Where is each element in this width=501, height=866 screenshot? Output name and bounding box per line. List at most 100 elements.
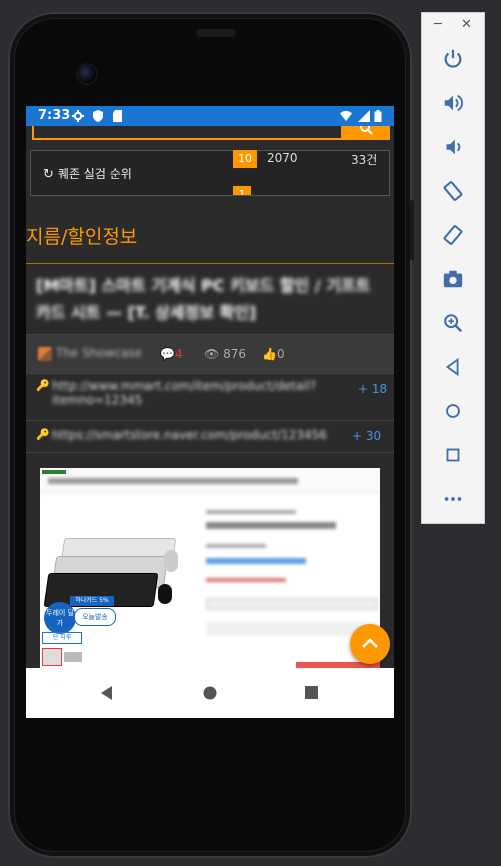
thumbnail-tab: 단 하루: [42, 632, 82, 644]
like-count[interactable]: 👍0: [262, 347, 285, 361]
product-info-block: [206, 598, 378, 610]
volume-down-button[interactable]: [422, 131, 484, 163]
power-button[interactable]: [422, 43, 484, 75]
status-time: 7:33: [38, 108, 71, 123]
rotate-left-button[interactable]: [422, 175, 484, 207]
product-info-block: [206, 558, 306, 564]
comment-count-value: 4: [174, 347, 183, 361]
more-button[interactable]: [422, 483, 484, 515]
author-name: The Showcase: [56, 346, 143, 360]
signal-status-icon: [358, 110, 370, 122]
product-info-block: [206, 522, 336, 529]
rotate-left-icon: [443, 181, 463, 201]
overview-icon: [446, 448, 460, 462]
post-embedded-image[interactable]: 두레이 딜가 하나카드 5% 오늘발송 단 하루: [40, 468, 380, 668]
wifi-status-icon: [340, 110, 352, 122]
link-url[interactable]: https://smartstore.naver.com/product/123…: [52, 428, 327, 442]
search-input[interactable]: [32, 126, 348, 140]
ranking-row[interactable]: 1: [231, 186, 391, 195]
power-icon: [444, 49, 462, 68]
device-side-button: [410, 200, 414, 260]
rotate-right-button[interactable]: [422, 219, 484, 251]
earpiece-speaker: [196, 29, 236, 37]
post-title: [M마트] 스마트 기계식 PC 키보드 할인 / 기프트 카드 시트 — [T…: [36, 272, 376, 326]
comment-icon: 💬: [160, 347, 175, 361]
back-icon: [445, 357, 459, 377]
shield-status-icon: [93, 110, 103, 122]
nav-home-button[interactable]: [203, 686, 217, 700]
screenshot-button[interactable]: [422, 263, 484, 295]
related-link[interactable]: 🔑 https://smartstore.naver.com/product/1…: [26, 424, 394, 453]
link-click-count: + 18: [358, 382, 388, 396]
link-icon: 🔑: [36, 379, 50, 392]
emulator-toolbar: ─ ✕: [421, 12, 485, 524]
ranking-title-text: 퀘존 실검 순위: [57, 167, 132, 181]
view-count-value: 876: [223, 347, 246, 361]
status-bar: 7:33: [26, 106, 394, 126]
product-info-block: [206, 510, 296, 514]
rank-term: 2070: [267, 151, 298, 165]
sim-card-status-icon: [113, 110, 122, 122]
view-count: 👁 876: [204, 347, 246, 361]
rank-count: 33건: [351, 153, 378, 167]
zoom-icon: [444, 314, 463, 333]
rotate-right-icon: [443, 225, 463, 245]
chevron-up-icon: [362, 638, 378, 648]
home-icon: [446, 404, 460, 418]
post-meta-bar: The Showcase 💬4 👁 876 👍0: [26, 334, 394, 374]
settings-status-icon: [72, 110, 84, 122]
search-icon: [360, 126, 373, 135]
thumbs-up-icon: 👍: [262, 347, 277, 361]
post-author[interactable]: The Showcase: [38, 346, 142, 361]
promo-sticker: 하나카드 5%: [70, 596, 114, 606]
link-url[interactable]: http://www.mmart.com/item/product/detail…: [52, 379, 394, 407]
minimize-button[interactable]: ─: [434, 17, 442, 32]
promo-badge: 두레이 딜가: [44, 602, 76, 634]
back-button[interactable]: [422, 351, 484, 383]
related-link[interactable]: 🔑 http://www.mmart.com/item/product/deta…: [26, 375, 394, 421]
post-title-line: 카드 시트 — [T. 상세정보 확인]: [36, 303, 257, 322]
home-button[interactable]: [422, 395, 484, 427]
eye-icon: 👁: [204, 347, 220, 361]
thumbnail: [42, 648, 62, 666]
battery-status-icon: [374, 110, 382, 122]
volume-up-button[interactable]: [422, 87, 484, 119]
thumbnail-tab-text: 단 하루: [52, 634, 72, 641]
shipping-badge: 오늘발송: [74, 608, 116, 626]
nav-back-button[interactable]: [100, 686, 114, 700]
volume-up-icon: [444, 94, 463, 112]
promo-sticker-text: 하나카드 5%: [75, 597, 109, 604]
ranking-row[interactable]: 10 2070 33건: [231, 150, 391, 170]
front-camera: [78, 65, 96, 83]
rank-number: 1: [233, 186, 251, 195]
search-button[interactable]: [341, 126, 390, 140]
shipping-badge-text: 오늘발송: [82, 613, 108, 621]
overview-button[interactable]: [422, 439, 484, 471]
zoom-button[interactable]: [422, 307, 484, 339]
avatar: [38, 346, 52, 361]
more-icon: [444, 497, 462, 501]
mouse-image: [164, 550, 178, 572]
post-title-line: [M마트] 스마트 기계식 PC 키보드 할인 / 기프트: [36, 276, 371, 295]
link-icon: 🔑: [36, 428, 50, 441]
section-title[interactable]: 지름/할인정보: [26, 222, 137, 249]
nav-overview-button[interactable]: [305, 686, 318, 699]
comment-count[interactable]: 💬4: [160, 347, 183, 361]
rank-number: 10: [233, 150, 257, 168]
product-info-block: [206, 622, 376, 636]
refresh-icon: ↻: [43, 167, 54, 182]
phone-screen: 7:33 ↻ 퀘존 실검 순위 10 2070 33건 1 지름/할인정보 [M…: [26, 106, 394, 718]
ranking-title: ↻ 퀘존 실검 순위: [43, 165, 132, 182]
product-info-block: [206, 544, 266, 548]
scroll-to-top-button[interactable]: [350, 624, 390, 664]
product-info-block: [206, 578, 286, 582]
promo-badge-text: 두레이 딜가: [46, 609, 74, 627]
trending-ranking-panel[interactable]: ↻ 퀘존 실검 순위 10 2070 33건 1: [30, 150, 390, 196]
image-header-tag: [42, 470, 66, 474]
mouse-image: [158, 584, 172, 604]
volume-down-icon: [446, 139, 461, 155]
image-header-text: [48, 478, 298, 484]
close-button[interactable]: ✕: [461, 17, 472, 32]
app-content: ↻ 퀘존 실검 순위 10 2070 33건 1 지름/할인정보 [M마트] 스마…: [26, 126, 394, 668]
section-divider: [26, 263, 394, 264]
